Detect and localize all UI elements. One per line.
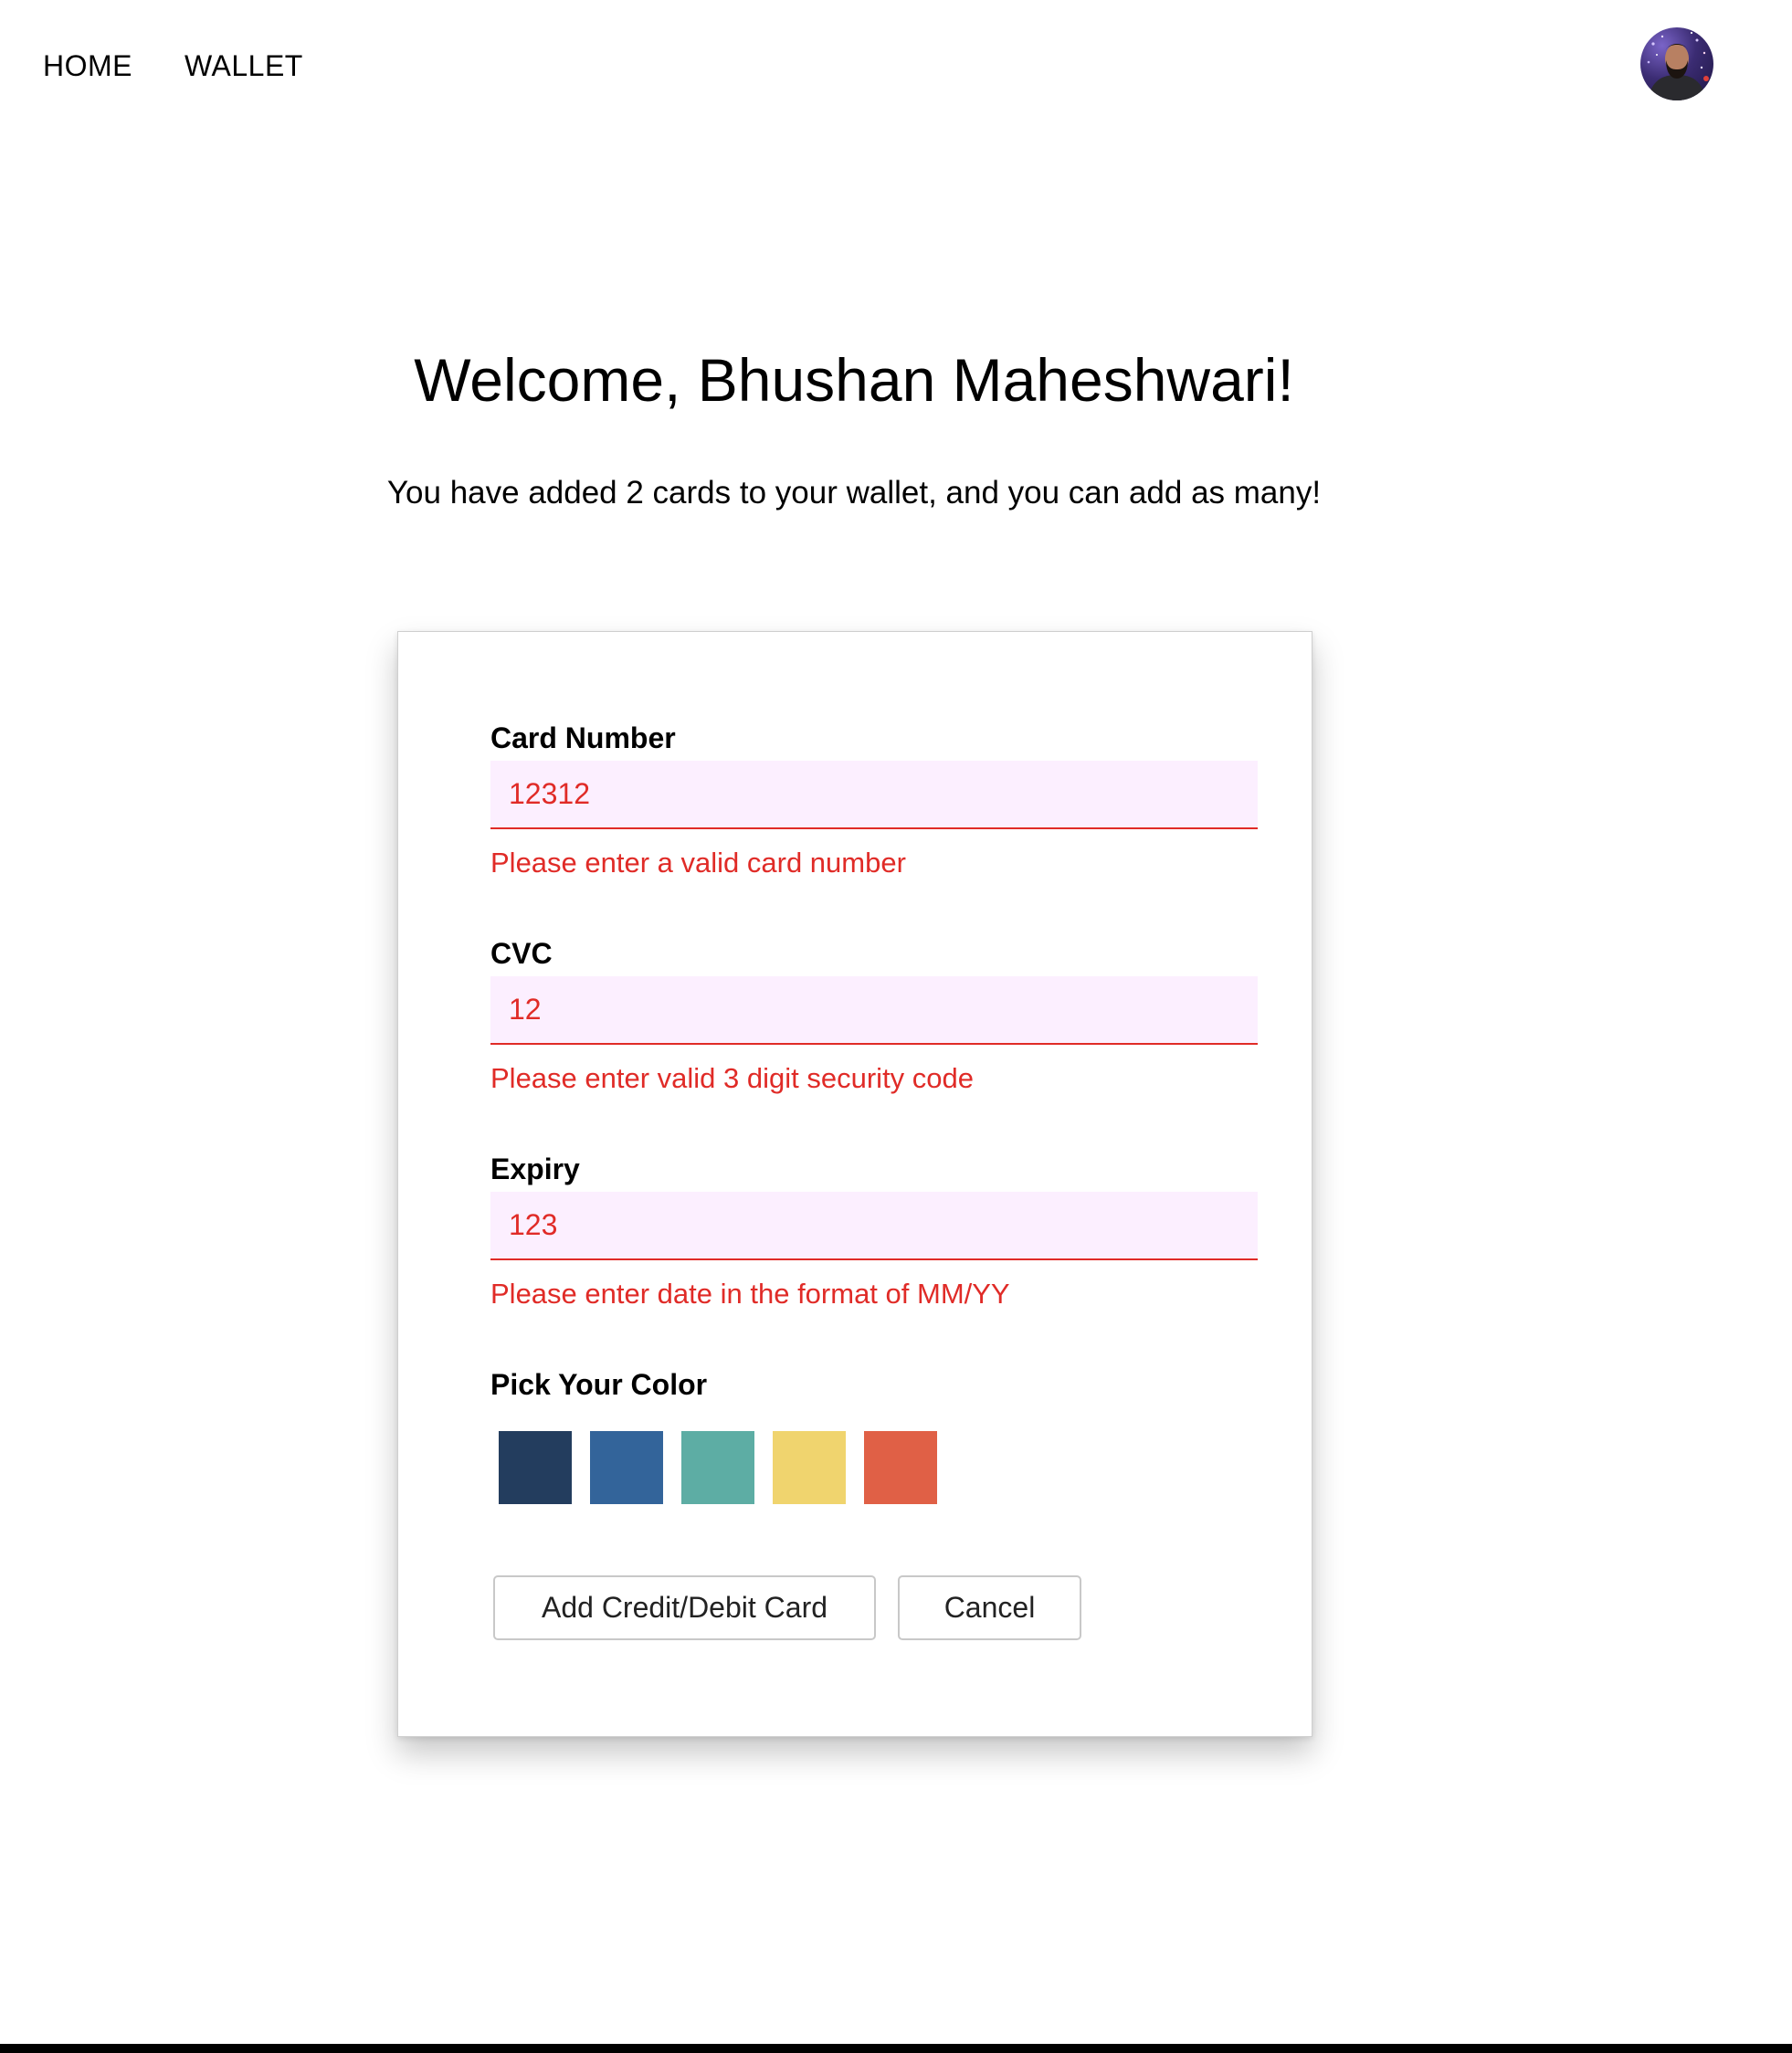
cvc-error: Please enter valid 3 digit security code	[490, 1062, 975, 1094]
bottom-edge-bar	[0, 2044, 1792, 2053]
cvc-label: CVC	[490, 937, 553, 970]
color-swatch-orange[interactable]	[864, 1431, 937, 1504]
avatar-image	[1647, 31, 1709, 100]
wallet-summary-text: You have added 2 cards to your wallet, a…	[386, 475, 1322, 511]
user-avatar[interactable]	[1640, 27, 1713, 100]
cancel-button[interactable]: Cancel	[898, 1575, 1081, 1640]
color-swatch-blue[interactable]	[590, 1431, 663, 1504]
card-number-error: Please enter a valid card number	[490, 847, 906, 879]
expiry-input[interactable]	[490, 1192, 1258, 1260]
top-navbar: HOME WALLET	[0, 0, 1792, 137]
color-swatch-yellow[interactable]	[773, 1431, 846, 1504]
color-swatch-navy[interactable]	[499, 1431, 572, 1504]
welcome-heading: Welcome, Bhushan Maheshwari!	[414, 346, 1294, 414]
add-card-form: Card Number Please enter a valid card nu…	[397, 631, 1312, 1737]
expiry-error: Please enter date in the format of MM/YY	[490, 1278, 1010, 1310]
expiry-label: Expiry	[490, 1153, 580, 1185]
nav-home-link[interactable]: HOME	[43, 49, 132, 83]
card-number-label: Card Number	[490, 721, 676, 754]
nav-wallet-link[interactable]: WALLET	[184, 49, 303, 83]
cvc-input[interactable]	[490, 976, 1258, 1045]
card-number-input[interactable]	[490, 761, 1258, 829]
color-picker-label: Pick Your Color	[490, 1368, 708, 1401]
color-swatch-teal[interactable]	[681, 1431, 754, 1504]
add-card-button[interactable]: Add Credit/Debit Card	[493, 1575, 876, 1640]
